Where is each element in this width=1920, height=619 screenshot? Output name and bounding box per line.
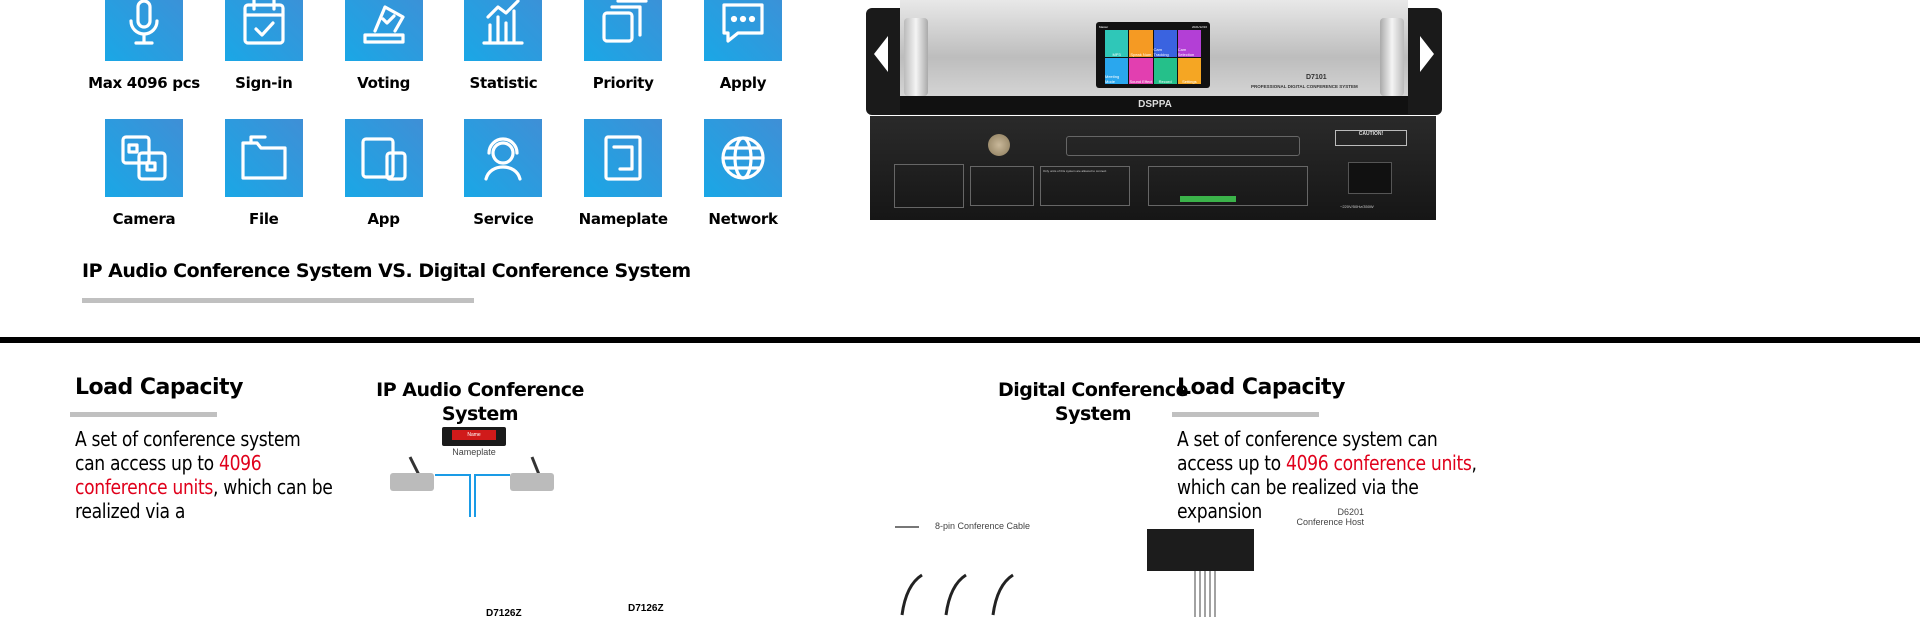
rs422-terminals: [1180, 196, 1236, 202]
balance-out-group: [970, 166, 1034, 206]
bar-chart-icon: [482, 0, 524, 45]
microphones: [900, 573, 1014, 616]
conference-cables: [1194, 571, 1216, 617]
screen-app-grid: MP3 Speak Num Cam Tracking Cam Selection Mee…: [1105, 30, 1201, 84]
microphone-icon: [129, 0, 159, 45]
tablet-phone-icon: [360, 137, 407, 181]
digital-diagram-graphic: [900, 571, 1216, 617]
device-model: D7101: [1306, 74, 1327, 81]
screen-app-tile: Cam Selection: [1177, 30, 1201, 57]
nameplate-image: Name: [442, 427, 506, 446]
feature-label: Network: [708, 210, 778, 228]
feature-tile-service: [464, 119, 543, 197]
feature-tile-network: [704, 119, 782, 197]
feature-tile-app: [344, 119, 423, 197]
power-rating: ~220V/50Hz/350W: [1340, 204, 1374, 209]
left-handle: [904, 18, 928, 96]
conference-unit-left: [390, 473, 434, 491]
cable-legend-line: [895, 526, 919, 528]
feature-tile-max-4096-pcs: [105, 0, 183, 61]
feature-tile-apply: [704, 0, 782, 61]
rear-panel: Only units of this system are allowed to…: [870, 116, 1436, 220]
chat-bubble-icon: [722, 3, 764, 43]
screen-app-tile: Record: [1153, 57, 1177, 84]
right-section-title: Load Capacity: [1177, 375, 1345, 400]
device-subtitle: PROFESSIONAL DIGITAL CONFERENCE SYSTEM: [1251, 84, 1358, 89]
screen-app-tile: MP3: [1105, 30, 1129, 57]
conference-unit-right: [510, 473, 554, 491]
screen-app-tile: Speak Num: [1129, 30, 1153, 57]
screen-app-tile: Sound Effect: [1129, 57, 1153, 84]
power-socket: [1348, 162, 1392, 194]
ballot-box-icon: [362, 5, 405, 44]
feature-tile-voting: [344, 0, 423, 61]
right-description: A set of conference system can access up…: [1177, 427, 1487, 523]
folder-icon: [241, 135, 287, 180]
nameplate-screen: Name: [452, 430, 496, 440]
caution-label: CAUTION!: [1335, 130, 1407, 146]
antenna-connector: [988, 134, 1010, 156]
ip-diagram-title: IP Audio Conference System: [376, 379, 584, 425]
section-divider: [0, 337, 1920, 343]
right-title-underline: [1172, 412, 1319, 417]
left-section-title: Load Capacity: [75, 375, 243, 400]
comparison-heading: IP Audio Conference System VS. Digital C…: [82, 260, 691, 282]
feature-tile-camera: [105, 119, 183, 197]
screen-app-tile: Settings: [1177, 57, 1201, 84]
unit-ports: Only units of this system are allowed to…: [1040, 166, 1130, 206]
feature-tile-sign-in: [224, 0, 303, 61]
left-description: A set of conference system can access up…: [75, 427, 333, 523]
globe-icon: [721, 136, 765, 180]
text: A set of conference system can access up…: [75, 427, 301, 475]
unit-model-left: D7126Z: [486, 608, 522, 619]
brand-logo: DSPPA: [1138, 99, 1172, 110]
touch-screen: Master 2021/12/16 MP3 Speak Num Cam Tracki…: [1096, 22, 1210, 88]
highlight-text: 4096 conference units: [1285, 451, 1472, 475]
heading-underline: [82, 298, 474, 303]
hdmi-input-group: [1066, 136, 1300, 156]
calendar-check-icon: [243, 0, 285, 45]
unit-model-right: D7126Z: [628, 603, 664, 614]
cable-legend-label: 8-pin Conference Cable: [935, 521, 1031, 531]
headset-user-icon: [484, 137, 522, 181]
front-bottom-strip: DSPPA: [900, 96, 1408, 114]
feature-tile-statistic: [464, 0, 543, 61]
ip-diagram-graphic: [390, 456, 554, 517]
feature-tile-priority: [584, 0, 663, 61]
d7101-device-image: DSPPA Master 2021/12/16 MP3 Speak Num Cam …: [866, 0, 1442, 222]
network-cable: [435, 474, 510, 517]
feature-tile-nameplate: [584, 119, 663, 197]
screen-app-tile: Cam Tracking: [1153, 30, 1177, 57]
screen-app-tile: Meeting Mode: [1105, 57, 1129, 84]
right-handle: [1380, 18, 1404, 96]
camera-switch-icon: [121, 135, 167, 181]
left-title-underline: [70, 412, 217, 417]
stacked-windows-icon: [602, 0, 648, 43]
feature-tile-file: [224, 119, 303, 197]
feature-label: Apply: [719, 74, 767, 92]
nameplate-icon: [604, 135, 642, 181]
rca-group: [894, 164, 964, 208]
